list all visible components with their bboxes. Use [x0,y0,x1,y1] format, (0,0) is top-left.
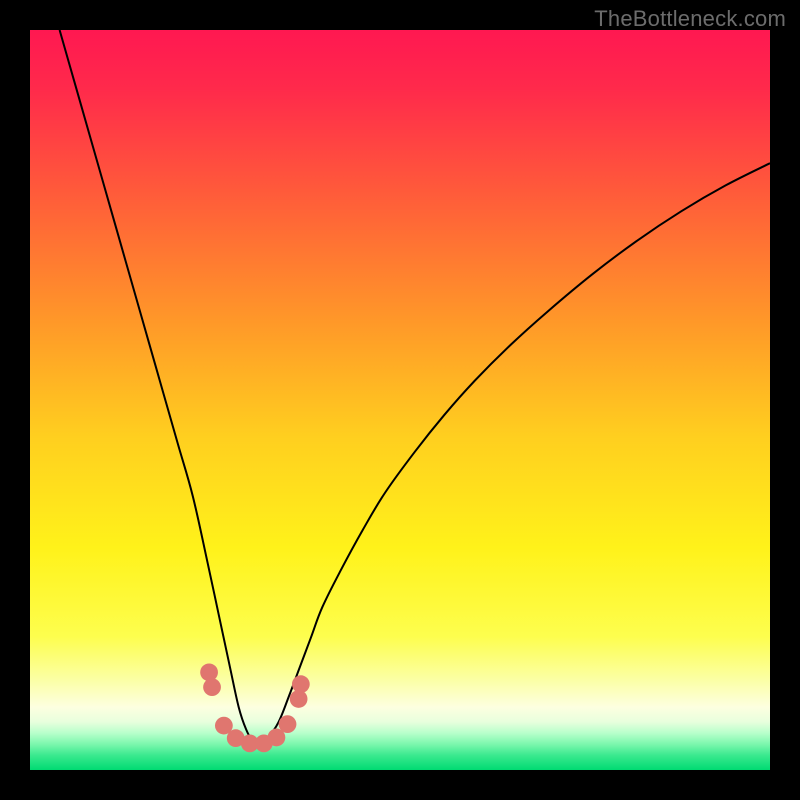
chart-frame: TheBottleneck.com [0,0,800,800]
plot-area [30,30,770,770]
watermark-text: TheBottleneck.com [594,6,786,32]
